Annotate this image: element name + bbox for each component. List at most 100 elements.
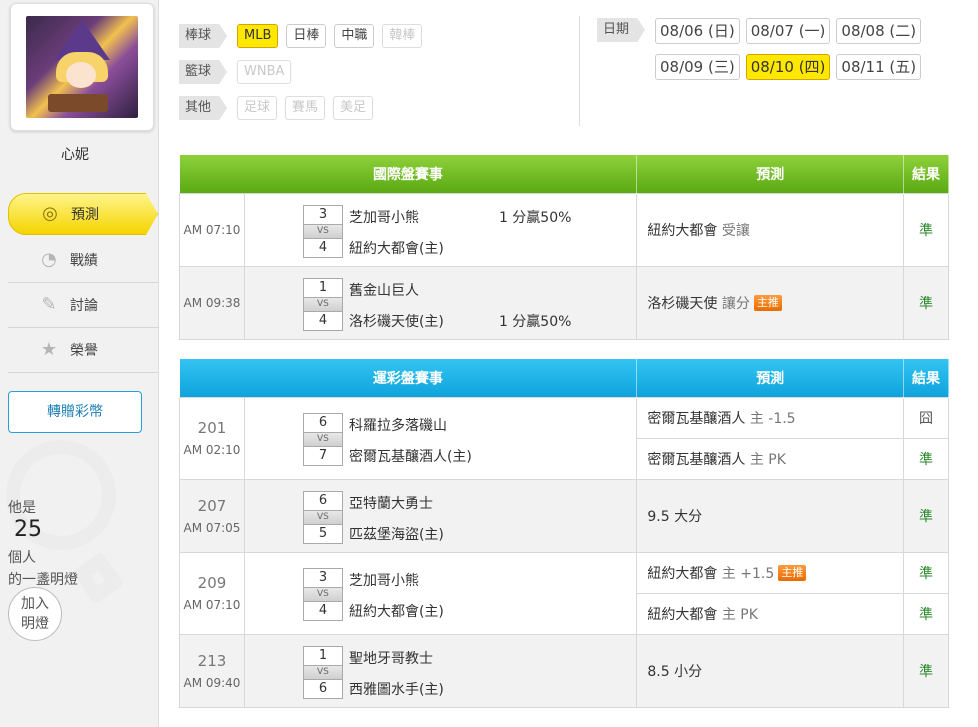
home-team[interactable]: 紐約大都會(主): [349, 601, 444, 621]
prediction: 紐約大都會 主 +1.5 主推: [636, 551, 905, 594]
prediction: 紐約大都會 主 PK: [636, 592, 905, 635]
main-content: 棒球 MLB 日棒 中職 韓棒 籃球 WNBA 其他 足球 賽馬 美足 日期 0…: [158, 0, 978, 727]
filter-option-soccer: 足球: [237, 96, 278, 120]
score-box: 1 VS 4: [302, 277, 343, 331]
nav-item-predict[interactable]: ◎ 預測: [8, 193, 158, 235]
table-row: 207 AM 07:05 6 VS 5 亞特蘭大勇士 匹茲堡海盜(主) 9.5 …: [179, 478, 949, 553]
prediction: 洛杉磯天使 讓分 主推: [636, 265, 905, 340]
filter-option-cpbl[interactable]: 中職: [334, 24, 375, 48]
result: 準: [903, 437, 949, 480]
nav-item-label: 預測: [71, 207, 99, 223]
divider: [579, 16, 580, 126]
score-box: 1 VS 6: [302, 645, 343, 699]
home-team[interactable]: 洛杉磯天使(主): [349, 311, 444, 331]
intl-games-table: 國際盤賽事 預測 結果 AM 07:10 3 VS 4 芝加哥小熊 1 分贏50…: [179, 155, 949, 340]
game-number: 207: [197, 496, 227, 515]
featured-badge: 主推: [753, 294, 782, 311]
nav-item-record[interactable]: ◔ 戰績: [8, 238, 158, 283]
matchup: 3 VS 4 芝加哥小熊 1 分贏50% 紐約大都會(主): [243, 192, 638, 267]
away-team[interactable]: 科羅拉多落磯山: [349, 415, 447, 435]
game-time-cell: 209 AM 07:10: [179, 551, 245, 635]
score-box: 6 VS 5: [302, 490, 343, 544]
category-tag-baseball: 棒球: [179, 24, 227, 48]
game-time: AM 07:10: [179, 192, 245, 267]
home-team[interactable]: 匹茲堡海盜(主): [349, 524, 444, 544]
nav-item-honor[interactable]: ★ 榮譽: [8, 328, 158, 373]
join-light-button[interactable]: 加入 明燈: [8, 587, 62, 641]
table-header-result: 結果: [903, 155, 949, 193]
matchup: 1 VS 4 舊金山巨人 洛杉磯天使(主) 1 分贏50%: [243, 265, 638, 340]
home-team[interactable]: 紐約大都會(主): [349, 238, 444, 258]
transfer-coins-button[interactable]: 轉贈彩幣: [8, 391, 142, 433]
category-tag-basketball: 籃球: [179, 60, 227, 84]
chart-icon: ◔: [41, 249, 57, 270]
avatar[interactable]: [26, 16, 138, 118]
handicap-odds: 1 分贏50%: [498, 313, 572, 330]
date-option[interactable]: 08/11 (五): [836, 54, 922, 80]
game-time-cell: 207 AM 07:05: [179, 478, 245, 553]
nav-item-label: 榮譽: [70, 343, 98, 359]
nav-item-label: 討論: [70, 298, 98, 314]
sidebar: 心妮 ◎ 預測 ◔ 戰績 ✎ 討論 ★ 榮譽 轉贈彩幣 他是 25 個人 的一盞明燈…: [0, 0, 158, 727]
home-team[interactable]: 西雅圖水手(主): [349, 679, 444, 699]
prediction: 紐約大都會 受讓: [636, 192, 905, 267]
away-team[interactable]: 舊金山巨人: [349, 280, 419, 300]
target-icon: ◎: [42, 203, 58, 224]
game-time: AM 09:40: [183, 675, 241, 690]
filter-option-mlb[interactable]: MLB: [237, 24, 279, 48]
handicap-odds: 1 分贏50%: [498, 209, 572, 226]
away-team[interactable]: 亞特蘭大勇士: [349, 493, 433, 513]
matchup: 1 VS 6 聖地牙哥教士 西雅圖水手(主): [243, 633, 638, 708]
prediction: 8.5 小分: [636, 633, 905, 708]
table-header-game: 運彩盤賽事: [179, 359, 638, 397]
matchup: 6 VS 7 科羅拉多落磯山 密爾瓦基釀酒人(主): [243, 396, 638, 480]
result: 準: [903, 192, 949, 267]
table-row: 213 AM 09:40 1 VS 6 聖地牙哥教士 西雅圖水手(主) 8.5 …: [179, 633, 949, 708]
table-row: AM 09:38 1 VS 4 舊金山巨人 洛杉磯天使(主) 1 分贏50% 洛…: [179, 265, 949, 340]
result: 準: [903, 478, 949, 553]
game-time: AM 07:05: [183, 520, 241, 535]
score-box: 3 VS 4: [302, 204, 343, 258]
away-team[interactable]: 芝加哥小熊: [349, 570, 419, 590]
game-time: AM 02:10: [183, 443, 241, 457]
date-option[interactable]: 08/08 (二): [836, 18, 922, 44]
table-row: 201 AM 02:10 6 VS 7 科羅拉多落磯山 密爾瓦基釀酒人(主) 密…: [179, 396, 949, 480]
result: 準: [903, 633, 949, 708]
result: 囧: [903, 396, 949, 439]
filter-option-wnba: WNBA: [237, 60, 292, 84]
sidebar-nav: ◎ 預測 ◔ 戰績 ✎ 討論 ★ 榮譽: [8, 193, 158, 373]
date-option[interactable]: 08/07 (一): [745, 18, 831, 44]
nav-item-label: 戰績: [70, 253, 98, 269]
home-team[interactable]: 密爾瓦基釀酒人(主): [349, 446, 472, 466]
filter-option-npb[interactable]: 日棒: [286, 24, 327, 48]
away-team[interactable]: 芝加哥小熊: [349, 207, 419, 227]
matchup: 3 VS 4 芝加哥小熊 紐約大都會(主): [243, 551, 638, 635]
avatar-card[interactable]: [10, 3, 154, 131]
date-option-selected[interactable]: 08/10 (四): [745, 54, 831, 80]
date-tag: 日期: [597, 18, 645, 42]
table-row: AM 07:10 3 VS 4 芝加哥小熊 1 分贏50% 紐約大都會(主) 紐…: [179, 192, 949, 267]
game-time-cell: 201 AM 02:10: [179, 396, 245, 480]
score-box: 6 VS 7: [302, 412, 343, 466]
game-time-cell: 213 AM 09:40: [179, 633, 245, 708]
table-header-game: 國際盤賽事: [179, 155, 638, 193]
away-team[interactable]: 聖地牙哥教士: [349, 648, 433, 668]
table-header-prediction: 預測: [636, 359, 905, 397]
game-number: 201: [197, 419, 227, 437]
result: 準: [903, 265, 949, 340]
matchup: 6 VS 5 亞特蘭大勇士 匹茲堡海盜(主): [243, 478, 638, 553]
nav-item-discussion[interactable]: ✎ 討論: [8, 283, 158, 328]
game-time: AM 07:10: [183, 598, 241, 612]
filter-option-kbo: 韓棒: [382, 24, 423, 48]
category-tag-other: 其他: [179, 96, 227, 120]
game-number: 209: [197, 574, 227, 592]
filter-option-horse-racing: 賽馬: [285, 96, 326, 120]
game-number: 213: [197, 651, 227, 670]
table-header-prediction: 預測: [636, 155, 905, 193]
featured-badge: 主推: [778, 564, 807, 581]
table-header-result: 結果: [903, 359, 949, 397]
date-option[interactable]: 08/06 (日): [655, 18, 740, 44]
prediction: 密爾瓦基釀酒人 主 PK: [636, 437, 905, 480]
date-option[interactable]: 08/09 (三): [655, 54, 740, 80]
username: 心妮: [61, 147, 89, 163]
